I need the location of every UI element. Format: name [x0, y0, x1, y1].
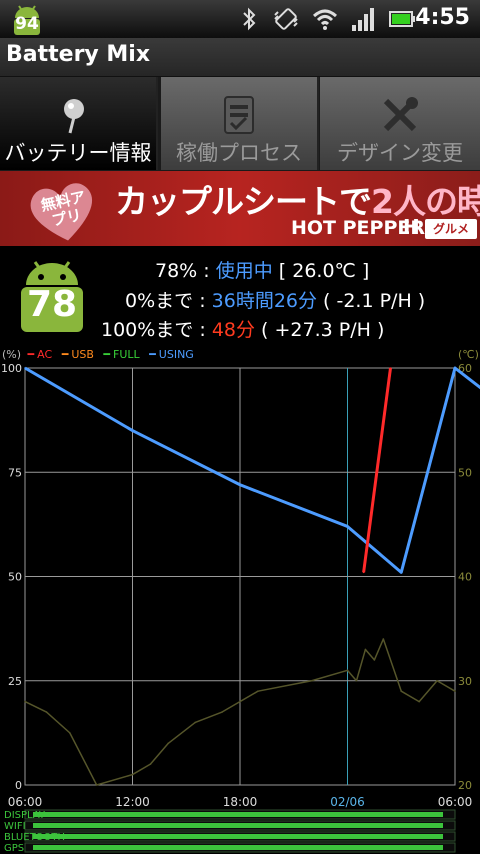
time-to-full: 48分 — [211, 319, 255, 341]
data-point — [389, 367, 392, 369]
ad-headline-part1: カップルシートで — [115, 182, 372, 221]
state-bar-wifi — [33, 823, 443, 828]
wifi-icon — [312, 9, 338, 30]
x-tick-label: 06:00 — [438, 795, 473, 809]
vibrate-icon — [274, 8, 298, 30]
app-battery-level: 94 — [15, 14, 39, 34]
data-point — [362, 571, 365, 574]
clipboard-icon — [224, 96, 254, 134]
charge-rate: ( +27.3 P/H ) — [255, 319, 385, 341]
ad-headline-part2: 2人の時間♥ — [371, 182, 480, 221]
data-point — [131, 429, 134, 432]
x-tick-label: 02/06 — [330, 795, 365, 809]
y-tick-label-right: 50 — [458, 466, 472, 479]
time-to-full-line: 100%まで : 48分 ( +27.3 P/H ) — [101, 315, 384, 342]
separator: : — [197, 260, 216, 282]
y-tick-label-right: 20 — [458, 779, 472, 792]
battery-icon — [389, 11, 415, 27]
data-point — [400, 571, 403, 574]
y-tick-label-left: 50 — [8, 571, 22, 584]
tools-icon — [383, 97, 418, 132]
data-point — [167, 742, 170, 745]
state-bar-bluetooth — [33, 834, 443, 839]
data-point — [194, 721, 197, 724]
data-point — [382, 638, 385, 640]
state-bar-label: GPS — [4, 843, 24, 854]
state-bar-label: WIFI — [4, 821, 26, 832]
data-point — [373, 659, 376, 661]
data-point — [45, 711, 48, 713]
data-point — [221, 711, 223, 713]
data-point — [418, 700, 420, 703]
y-tick-label-left: 100 — [1, 362, 22, 375]
y-tick-label-right: 30 — [458, 675, 472, 688]
x-tick-label: 18:00 — [223, 795, 258, 809]
tab-label: バッテリー情報 — [4, 141, 152, 165]
data-point — [131, 773, 134, 776]
data-point — [149, 763, 152, 765]
data-point — [355, 679, 358, 682]
battery-level: 78 — [26, 284, 78, 325]
label: 100%まで — [101, 319, 194, 341]
title-bar: Battery Mix — [0, 38, 480, 77]
data-point — [310, 679, 313, 682]
tab-running-processes[interactable]: 稼働プロセス — [161, 77, 319, 170]
ad-headline: カップルシートで2人の時間♥ — [115, 175, 480, 223]
tab-bar: バッテリー情報 稼働プロセス デザイン変更 — [0, 77, 480, 171]
data-point — [400, 690, 403, 692]
state-bar-gps — [33, 845, 443, 850]
series-using — [24, 366, 480, 574]
separator: : — [193, 290, 212, 312]
state-bar-display — [33, 812, 443, 817]
tab-label: デザイン変更 — [337, 141, 463, 165]
battery-temperature: [ 26.0℃ ] — [272, 260, 370, 282]
ad-gourmet-label: グルメ — [425, 219, 477, 239]
clock: 4:55 — [415, 5, 470, 30]
data-point — [95, 784, 98, 786]
ad-brand-mark: H — [403, 215, 420, 239]
ad-banner[interactable]: 無料アプリ カップルシートで2人の時間♥ HOT PEPPER H グルメ — [0, 171, 480, 246]
tab-label: 稼働プロセス — [176, 141, 302, 165]
y-tick-label-right: 40 — [458, 571, 472, 584]
data-point — [454, 690, 456, 692]
status-line: 78% : 使用中 [ 26.0℃ ] — [155, 256, 369, 283]
signal-icon — [352, 8, 374, 31]
discharge-rate: ( -2.1 P/H ) — [317, 290, 426, 312]
data-point — [346, 669, 349, 672]
status-bar: 94 4:55 — [0, 0, 480, 38]
data-point — [257, 690, 259, 692]
state-bar-label: BLUETOOTH — [4, 832, 65, 843]
time-to-empty-line: 0%まで : 36時間26分 ( -2.1 P/H ) — [125, 286, 425, 313]
battery-chart: 06:00 12:00 18:00 02/06 06:00100 6075 5050 4025… — [1, 362, 480, 854]
separator: : — [193, 319, 212, 341]
data-point — [364, 648, 367, 651]
battery-percent: 78% — [155, 260, 198, 282]
x-tick-label: 12:00 — [115, 795, 150, 809]
data-point — [24, 367, 26, 369]
y-tick-label-left: 0 — [15, 779, 22, 792]
usage-status: 使用中 — [215, 260, 273, 282]
time-to-empty: 36時間26分 — [211, 290, 317, 312]
y-tick-label-left: 25 — [8, 675, 22, 688]
series-ac — [362, 367, 392, 573]
bluetooth-icon — [243, 7, 256, 31]
pin-icon — [64, 99, 84, 134]
app-title: Battery Mix — [6, 42, 151, 67]
data-point — [436, 679, 438, 682]
data-point — [454, 367, 456, 369]
tab-design-change[interactable]: デザイン変更 — [320, 77, 480, 170]
state-bar-label: DISPLAY — [4, 810, 46, 821]
tab-battery-info[interactable]: バッテリー情報 — [0, 77, 158, 170]
x-tick-label: 06:00 — [8, 795, 43, 809]
data-point — [68, 732, 71, 734]
y-tick-label-left: 75 — [8, 466, 22, 479]
data-point — [346, 525, 349, 528]
data-point — [239, 483, 241, 486]
label: 0%まで — [125, 290, 194, 312]
data-point — [24, 700, 26, 703]
